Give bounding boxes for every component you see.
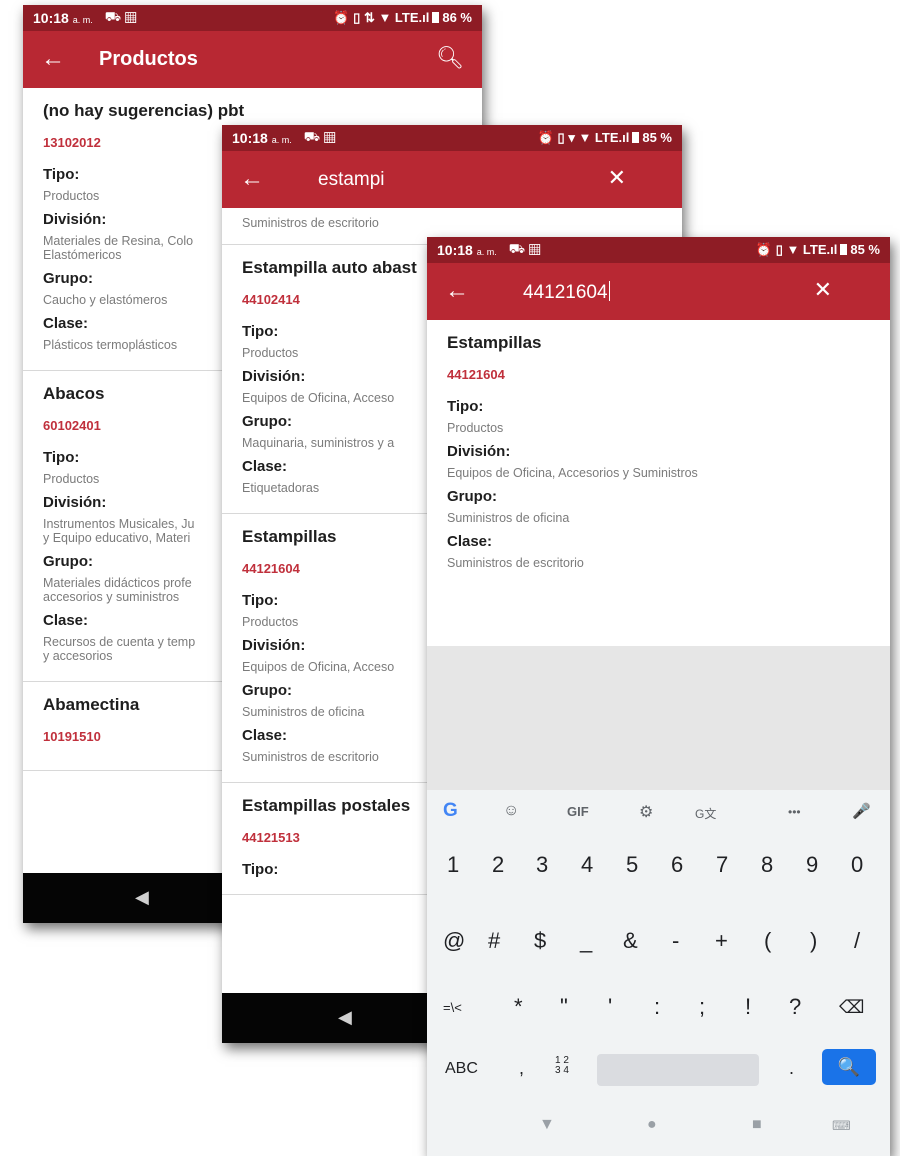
soft-keyboard: G ☺ GIF ⚙ G文 ••• 🎤 1 2 3 4 5 6 7 8 9 0 @… xyxy=(427,790,890,1156)
key-2[interactable]: 2 xyxy=(492,852,504,878)
clase-value: Suministros de escritorio xyxy=(447,556,584,570)
status-time: 10:18 a. m. xyxy=(437,242,497,258)
division-label: División: xyxy=(447,443,511,460)
key-numpad[interactable]: 1 2 3 4 xyxy=(555,1056,569,1076)
notification-icons: ⛟ ▦ xyxy=(104,9,137,24)
key-single-quote[interactable]: ' xyxy=(608,994,612,1020)
microphone-icon[interactable]: 🎤 xyxy=(852,802,871,820)
sticker-icon[interactable]: ☺ xyxy=(503,802,519,820)
status-icons: ⏰ ▯ ⇅ ▼ LTE.ıl 86 % xyxy=(333,10,472,25)
backspace-icon[interactable]: ⌫ xyxy=(839,997,864,1018)
translate-icon[interactable]: G文 xyxy=(695,805,716,822)
key-5[interactable]: 5 xyxy=(626,852,638,878)
key-close-paren[interactable]: ) xyxy=(810,928,817,954)
item-name: Estampillas xyxy=(447,333,542,352)
key-ampersand[interactable]: & xyxy=(623,928,638,954)
notification-icons: ⛟ ▦ xyxy=(303,129,336,144)
keyboard-toolbar: G ☺ GIF ⚙ G文 ••• 🎤 xyxy=(427,790,890,838)
notification-icons: ⛟ ▦ xyxy=(508,241,541,256)
back-arrow-icon[interactable]: ← xyxy=(445,277,469,305)
search-input[interactable]: estampi xyxy=(318,169,385,191)
key-minus[interactable]: - xyxy=(672,928,679,954)
search-icon: 🔍 xyxy=(837,1057,861,1077)
google-icon[interactable]: G xyxy=(443,800,458,822)
status-bar: 10:18 a. m. ⛟ ▦ ⏰ ▯ ▾ ▼ LTE.ıl 85 % xyxy=(222,125,682,151)
space-key[interactable] xyxy=(597,1054,759,1086)
key-colon[interactable]: : xyxy=(654,994,660,1020)
status-bar: 10:18 a. m. ⛟ ▦ ⏰ ▯ ▼ LTE.ıl 85 % xyxy=(427,237,890,263)
nav-back-icon[interactable]: ◀ xyxy=(338,1007,352,1028)
settings-gear-icon[interactable]: ⚙ xyxy=(639,802,653,822)
item-name: (no hay sugerencias) pbt xyxy=(43,101,245,120)
status-icons: ⏰ ▯ ▼ LTE.ıl 85 % xyxy=(755,242,880,257)
key-0[interactable]: 0 xyxy=(851,852,863,878)
key-exclamation[interactable]: ! xyxy=(745,994,751,1020)
status-bar: 10:18 a. m. ⛟ ▦ ⏰ ▯ ⇅ ▼ LTE.ıl 86 % xyxy=(23,5,482,31)
search-input[interactable]: 44121604 xyxy=(523,281,610,304)
key-abc[interactable]: ABC xyxy=(445,1060,478,1078)
key-open-paren[interactable]: ( xyxy=(764,928,771,954)
keyboard-switch-icon[interactable]: ⌨ xyxy=(832,1118,851,1134)
key-period[interactable]: . xyxy=(789,1058,794,1079)
key-asterisk[interactable]: * xyxy=(514,994,523,1020)
key-6[interactable]: 6 xyxy=(671,852,683,878)
search-bar: ← estampi ✕ xyxy=(222,151,682,208)
grupo-value: Suministros de oficina xyxy=(447,511,570,525)
status-time: 10:18 a. m. xyxy=(232,130,292,146)
nav-home-icon[interactable]: ● xyxy=(647,1116,657,1134)
key-7[interactable]: 7 xyxy=(716,852,728,878)
keyboard-search-button[interactable]: 🔍 xyxy=(822,1049,876,1085)
back-arrow-icon[interactable]: ← xyxy=(240,165,264,193)
search-result: Estampillas 44121604 Tipo: Productos Div… xyxy=(427,320,890,646)
key-hash[interactable]: # xyxy=(488,928,500,954)
status-icons: ⏰ ▯ ▾ ▼ LTE.ıl 85 % xyxy=(537,130,672,145)
key-double-quote[interactable]: " xyxy=(560,994,568,1020)
gif-button[interactable]: GIF xyxy=(567,804,589,819)
key-dollar[interactable]: $ xyxy=(534,928,546,954)
key-9[interactable]: 9 xyxy=(806,852,818,878)
app-bar: ← Productos 🔍︎ xyxy=(23,31,482,88)
list-item[interactable]: Estampillas 44121604 Tipo: Productos Div… xyxy=(427,320,890,588)
grupo-label: Grupo: xyxy=(447,488,497,505)
division-value: Equipos de Oficina, Accesorios y Suminis… xyxy=(447,466,698,480)
key-underscore[interactable]: _ xyxy=(580,928,592,954)
empty-area xyxy=(427,646,890,790)
keyboard-nav-bar: ▼ ● ■ ⌨ xyxy=(427,1098,890,1156)
close-icon[interactable]: ✕ xyxy=(608,165,626,191)
search-icon[interactable]: 🔍︎ xyxy=(436,45,464,71)
key-8[interactable]: 8 xyxy=(761,852,773,878)
clase-label: Clase: xyxy=(447,533,493,550)
close-icon[interactable]: ✕ xyxy=(814,277,832,303)
page-title: Productos xyxy=(99,48,198,70)
search-bar: ← 44121604 ✕ xyxy=(427,263,890,320)
nav-back-icon[interactable]: ▼ xyxy=(539,1116,555,1134)
status-time: 10:18 a. m. xyxy=(33,10,93,26)
key-question[interactable]: ? xyxy=(789,994,801,1020)
screen-search-code: 10:18 a. m. ⛟ ▦ ⏰ ▯ ▼ LTE.ıl 85 % ← 44121… xyxy=(427,237,890,1156)
more-icon[interactable]: ••• xyxy=(788,805,801,819)
key-slash[interactable]: / xyxy=(854,928,860,954)
key-plus[interactable]: + xyxy=(715,928,728,954)
key-3[interactable]: 3 xyxy=(536,852,548,878)
tipo-label: Tipo: xyxy=(447,398,484,415)
key-semicolon[interactable]: ; xyxy=(699,994,705,1020)
nav-recents-icon[interactable]: ■ xyxy=(752,1116,762,1134)
key-at[interactable]: @ xyxy=(443,928,465,954)
key-comma[interactable]: , xyxy=(519,1058,524,1079)
tipo-value: Productos xyxy=(447,421,504,435)
back-arrow-icon[interactable]: ← xyxy=(41,45,65,73)
nav-back-icon[interactable]: ◀ xyxy=(135,887,149,908)
key-more-symbols[interactable]: =\< xyxy=(443,1000,462,1015)
key-4[interactable]: 4 xyxy=(581,852,593,878)
key-1[interactable]: 1 xyxy=(447,852,459,878)
item-code: 44121604 xyxy=(447,367,505,382)
